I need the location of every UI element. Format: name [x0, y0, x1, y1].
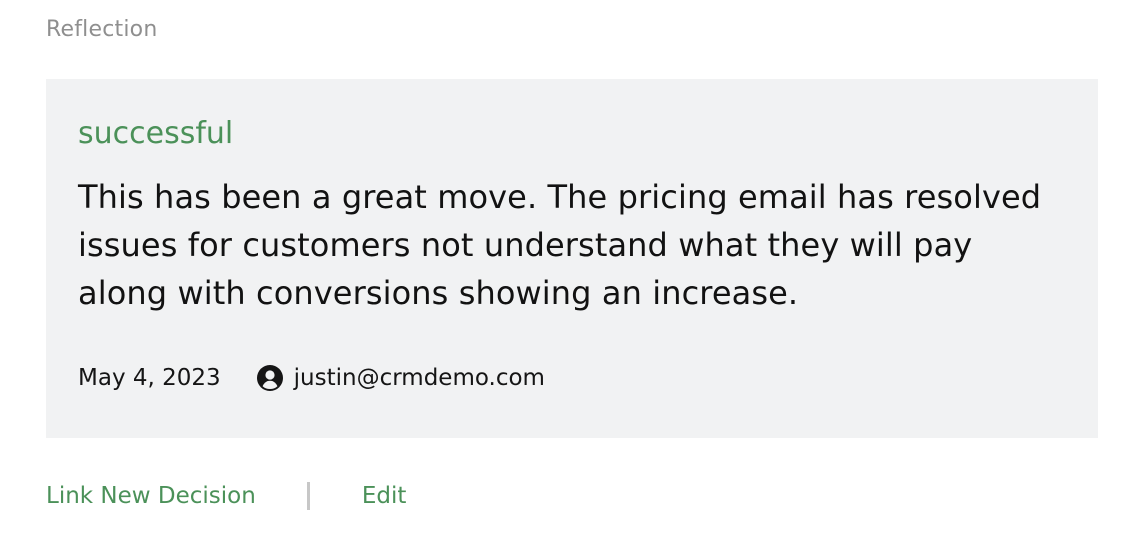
edit-link[interactable]: Edit	[362, 483, 407, 509]
reflection-card: successful This has been a great move. T…	[46, 79, 1098, 438]
user-circle-icon	[256, 365, 283, 391]
reflection-actions: Link New Decision Edit	[46, 478, 406, 514]
reflection-text: This has been a great move. The pricing …	[78, 178, 1042, 312]
reflection-meta: May 4, 2023 justin@crmdemo.com	[78, 363, 545, 393]
actions-divider	[306, 482, 310, 510]
reflection-status: successful	[78, 116, 234, 151]
link-new-decision-link[interactable]: Link New Decision	[46, 483, 256, 509]
section-title: Reflection	[46, 17, 158, 42]
reflection-date: May 4, 2023	[78, 365, 221, 391]
reflection-author-email: justin@crmdemo.com	[293, 365, 545, 391]
